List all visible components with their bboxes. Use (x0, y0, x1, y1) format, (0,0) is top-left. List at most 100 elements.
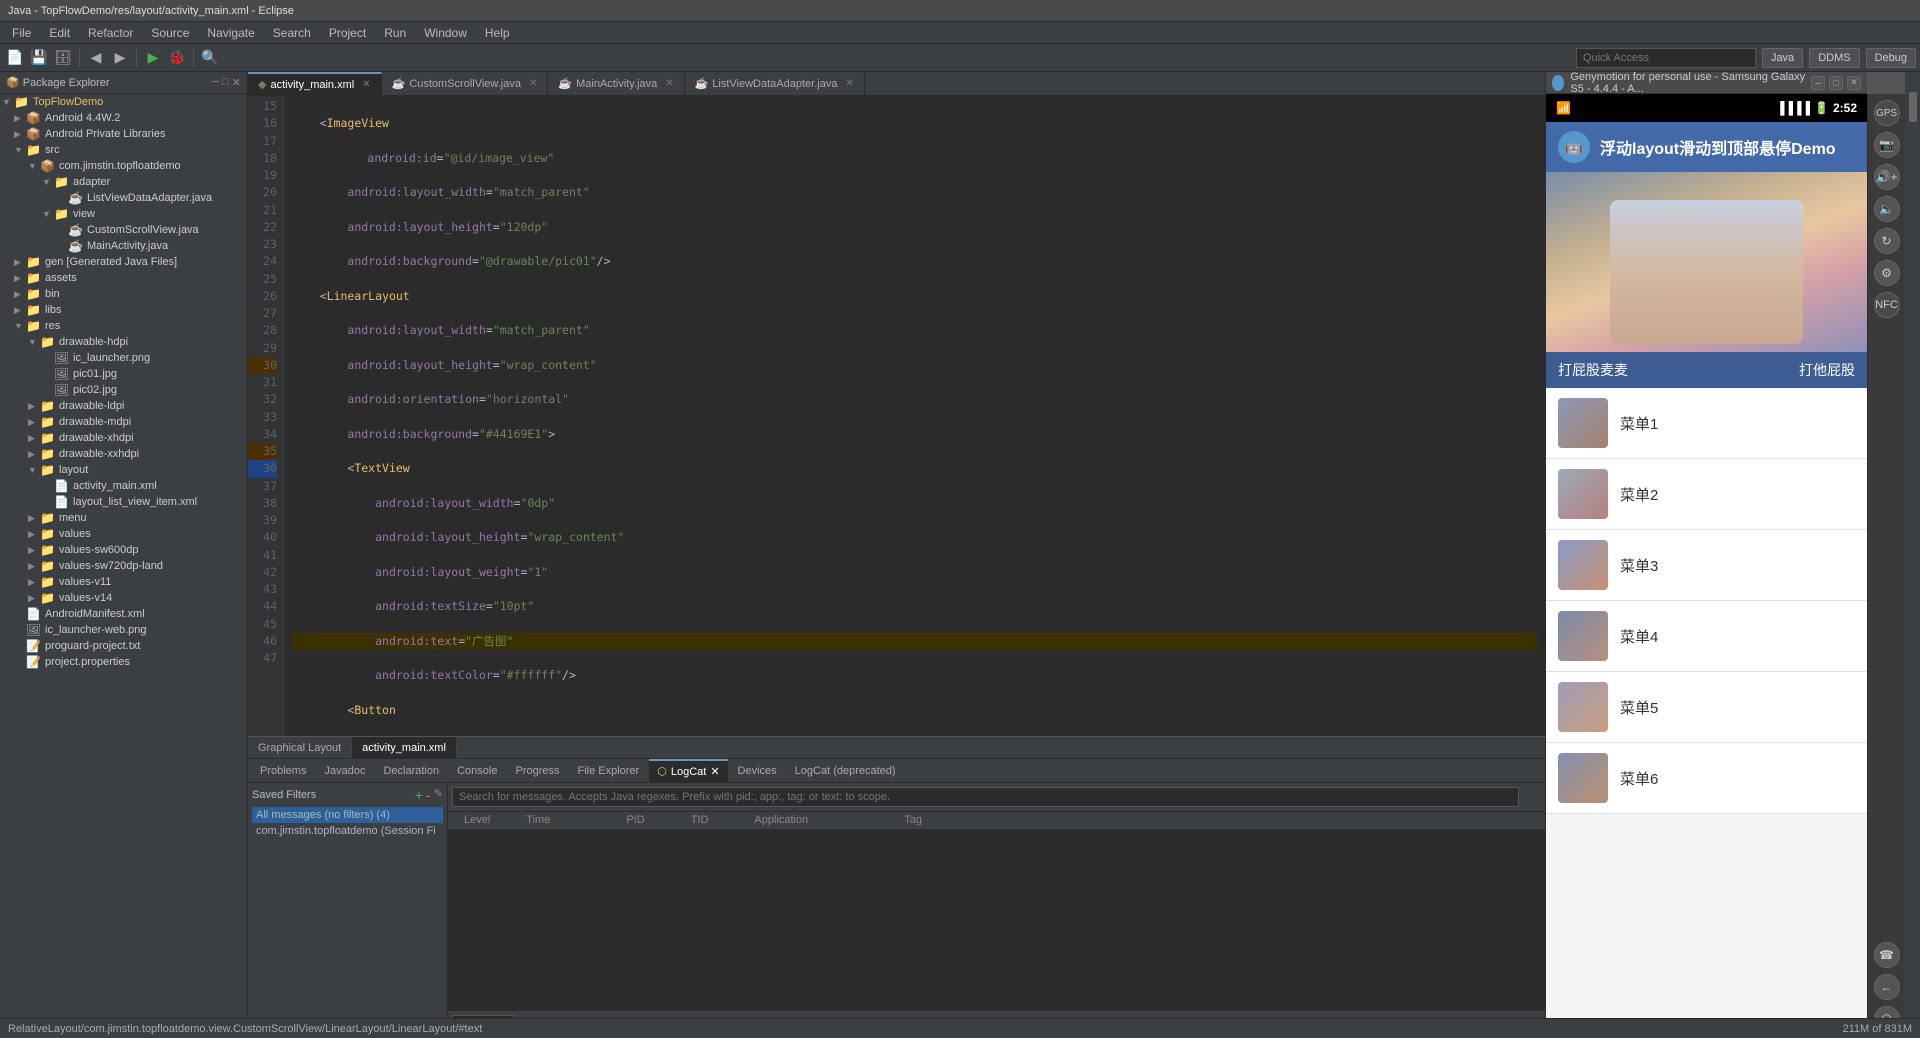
tree-item-drawable-xxhdpi[interactable]: ▶ 📁 drawable-xxhdpi (0, 446, 247, 462)
tab-close-4[interactable]: ✕ (845, 78, 853, 89)
tree-item-assets[interactable]: ▶ 📁 assets (0, 270, 247, 286)
btab-logcat-close[interactable]: ✕ (710, 765, 719, 778)
btab-logcat[interactable]: ⬡ LogCat ✕ (649, 759, 727, 783)
emu-rotate-btn[interactable]: ↻ (1874, 228, 1900, 254)
btab-file-explorer[interactable]: File Explorer (569, 759, 647, 783)
tree-item-iclauncher-web[interactable]: ▶ 🖼 ic_launcher-web.png (0, 622, 247, 638)
tree-item-activity-main[interactable]: ▶ 📄 activity_main.xml (0, 478, 247, 494)
menu-file[interactable]: File (4, 24, 39, 42)
tree-item-layout-listview[interactable]: ▶ 📄 layout_list_view_item.xml (0, 494, 247, 510)
tree-item-layout[interactable]: ▼ 📁 layout (0, 462, 247, 478)
tree-item-values-v11[interactable]: ▶ 📁 values-v11 (0, 574, 247, 590)
btab-problems[interactable]: Problems (252, 759, 314, 783)
emu-settings-btn[interactable]: ⚙ (1874, 260, 1900, 286)
phone-list-item-5[interactable]: 菜单5 (1546, 672, 1867, 743)
phone-list-item-3[interactable]: 菜单3 (1546, 530, 1867, 601)
menu-project[interactable]: Project (321, 24, 374, 42)
perspective-debug[interactable]: Debug (1866, 48, 1916, 68)
btab-activity-main-xml[interactable]: activity_main.xml (352, 737, 457, 759)
btab-javadoc[interactable]: Javadoc (316, 759, 373, 783)
pkg-close[interactable]: ✕ (232, 76, 241, 89)
filter-session[interactable]: com.jimstin.topfloatdemo (Session Fi (252, 823, 443, 839)
btab-console[interactable]: Console (449, 759, 505, 783)
emu-restore[interactable]: □ (1829, 76, 1843, 90)
tree-item-values-v14[interactable]: ▶ 📁 values-v14 (0, 590, 247, 606)
menu-help[interactable]: Help (477, 24, 518, 42)
edit-filter-btn[interactable]: ✎ (434, 787, 443, 803)
tree-item-drawable-hdpi[interactable]: ▼ 📁 drawable-hdpi (0, 334, 247, 350)
toolbar-new[interactable]: 📄 (4, 47, 26, 69)
menu-run[interactable]: Run (376, 24, 414, 42)
tree-item-androidmanifest[interactable]: ▶ 📄 AndroidManifest.xml (0, 606, 247, 622)
emu-vol-up[interactable]: 🔊+ (1874, 164, 1900, 190)
tree-item-drawable-ldpi[interactable]: ▶ 📁 drawable-ldpi (0, 398, 247, 414)
btab-devices[interactable]: Devices (730, 759, 785, 783)
emu-nfc-btn[interactable]: NFC (1874, 292, 1900, 318)
tree-item-adapter[interactable]: ▼ 📁 adapter (0, 174, 247, 190)
menu-window[interactable]: Window (416, 24, 475, 42)
tree-item-res[interactable]: ▼ 📁 res (0, 318, 247, 334)
toolbar-search[interactable]: 🔍 (199, 47, 221, 69)
btab-declaration[interactable]: Declaration (375, 759, 447, 783)
tree-item-mainactivity[interactable]: ▶ ☕ MainActivity.java (0, 238, 247, 254)
menu-navigate[interactable]: Navigate (199, 24, 262, 42)
tree-item-gen[interactable]: ▶ 📁 gen [Generated Java Files] (0, 254, 247, 270)
toolbar-run[interactable]: ▶ (142, 47, 164, 69)
tab-close-1[interactable]: ✕ (362, 79, 370, 90)
toolbar-back[interactable]: ◀ (85, 47, 107, 69)
filter-all-messages[interactable]: All messages (no filters) (4) (252, 807, 443, 823)
toolbar-debug[interactable]: 🐞 (166, 47, 188, 69)
tab-activity-main-xml[interactable]: ◆ activity_main.xml ✕ (248, 72, 382, 96)
menu-search[interactable]: Search (265, 24, 319, 42)
tree-item-view[interactable]: ▼ 📁 view (0, 206, 247, 222)
perspective-ddms[interactable]: DDMS (1809, 48, 1859, 68)
tree-item-drawable-mdpi[interactable]: ▶ 📁 drawable-mdpi (0, 414, 247, 430)
tree-item-libs[interactable]: ▶ 📁 libs (0, 302, 247, 318)
add-filter-btn[interactable]: + (415, 787, 423, 803)
tree-item-values-sw600dp[interactable]: ▶ 📁 values-sw600dp (0, 542, 247, 558)
logcat-search-input[interactable] (452, 787, 1519, 807)
tree-item-menu[interactable]: ▶ 📁 menu (0, 510, 247, 526)
tree-item-pic02[interactable]: ▶ 🖼 pic02.jpg (0, 382, 247, 398)
tab-customscrollview[interactable]: ☕ CustomScrollView.java ✕ (382, 72, 549, 96)
scrollbar-thumb[interactable] (1909, 92, 1917, 122)
pkg-maximize[interactable]: □ (222, 76, 229, 89)
tree-item-values[interactable]: ▶ 📁 values (0, 526, 247, 542)
emu-gps-btn[interactable]: GPS (1874, 100, 1900, 126)
phone-list-item-6[interactable]: 菜单6 (1546, 743, 1867, 814)
phone-list-item-1[interactable]: 菜单1 (1546, 388, 1867, 459)
emu-camera-btn[interactable]: 📷 (1874, 132, 1900, 158)
toolbar-save[interactable]: 💾 (28, 47, 50, 69)
tree-item-drawable-xhdpi[interactable]: ▶ 📁 drawable-xhdpi (0, 430, 247, 446)
tree-item-private-libs[interactable]: ▶ 📦 Android Private Libraries (0, 126, 247, 142)
emu-minimize[interactable]: ─ (1811, 76, 1825, 90)
toolbar-save-all[interactable]: 🗄 (52, 47, 74, 69)
phone-list-item-4[interactable]: 菜单4 (1546, 601, 1867, 672)
emu-vol-down[interactable]: 🔈 (1874, 196, 1900, 222)
menu-source[interactable]: Source (143, 24, 197, 42)
btab-logcat-deprecated[interactable]: LogCat (deprecated) (787, 759, 904, 783)
menu-edit[interactable]: Edit (41, 24, 78, 42)
menu-refactor[interactable]: Refactor (80, 24, 141, 42)
tab-close-2[interactable]: ✕ (529, 78, 537, 89)
quick-access-input[interactable] (1576, 48, 1756, 68)
tree-item-project-props[interactable]: ▶ 📝 project.properties (0, 654, 247, 670)
emu-close[interactable]: ✕ (1847, 76, 1861, 90)
btab-graphical-layout[interactable]: Graphical Layout (248, 737, 352, 759)
btab-progress[interactable]: Progress (507, 759, 567, 783)
tab-close-3[interactable]: ✕ (665, 78, 673, 89)
tree-item-bin[interactable]: ▶ 📁 bin (0, 286, 247, 302)
perspective-java[interactable]: Java (1762, 48, 1803, 68)
tree-item-values-sw720dp[interactable]: ▶ 📁 values-sw720dp-land (0, 558, 247, 574)
code-content[interactable]: <ImageView android:id="@id/image_view" a… (284, 96, 1545, 736)
tree-item-package[interactable]: ▼ 📦 com.jimstin.topfloatdemo (0, 158, 247, 174)
remove-filter-btn[interactable]: - (426, 787, 431, 803)
tab-mainactivity[interactable]: ☕ MainActivity.java ✕ (548, 72, 684, 96)
tree-item-pic01[interactable]: ▶ 🖼 pic01.jpg (0, 366, 247, 382)
tree-item-customscrollview[interactable]: ▶ ☕ CustomScrollView.java (0, 222, 247, 238)
emu-back-btn[interactable]: ← (1874, 974, 1900, 1000)
tab-listviewdataadapter[interactable]: ☕ ListViewDataAdapter.java ✕ (685, 72, 865, 96)
code-editor[interactable]: 15 16 17 18 19 20 21 22 23 24 25 26 27 2… (248, 96, 1545, 736)
toolbar-forward[interactable]: ▶ (109, 47, 131, 69)
tree-item-iclauncher[interactable]: ▶ 🖼 ic_launcher.png (0, 350, 247, 366)
